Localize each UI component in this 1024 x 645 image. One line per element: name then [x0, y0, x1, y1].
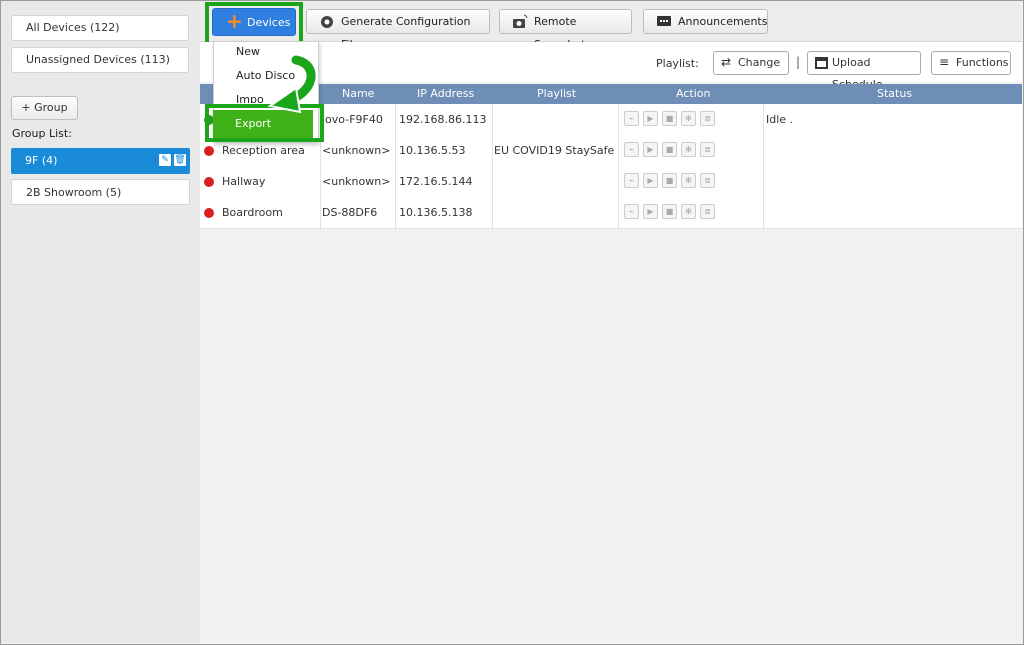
devices-label: Devices [247, 16, 291, 29]
settings-icon[interactable]: ✻ [681, 204, 696, 219]
ip-cell: 172.16.5.144 [399, 175, 473, 188]
settings-icon[interactable]: ✻ [681, 142, 696, 157]
table-row[interactable]: lovo-F9F40 192.168.86.113 ⌁ ▶ ■ ✻ ≣ Idle… [200, 104, 1022, 136]
edit-icon[interactable]: ✎ [159, 154, 171, 166]
message-icon [657, 16, 671, 26]
table-row[interactable]: Boardroom DS-88DF6 10.136.5.138 ⌁ ▶ ■ ✻ … [200, 197, 1022, 229]
name-cell: <unknown> [322, 144, 391, 157]
list-icon[interactable]: ≣ [700, 111, 715, 126]
action-icons: ⌁ ▶ ■ ✻ ≣ [624, 111, 715, 126]
all-devices-button[interactable]: All Devices (122) [11, 15, 189, 41]
group-item-2b-showroom[interactable]: 2B Showroom (5) [11, 179, 190, 205]
column-divider [492, 104, 493, 228]
location-cell: Reception area [222, 144, 305, 157]
separator: | [796, 55, 801, 69]
menu-item-new[interactable]: New [236, 45, 260, 58]
sidebar: All Devices (122) Unassigned Devices (11… [1, 1, 200, 643]
header-action: Action [676, 87, 711, 100]
playlist-cell: EU COVID19 StaySafe [494, 144, 615, 157]
play-icon[interactable]: ▶ [643, 142, 658, 157]
camera-icon [513, 14, 528, 28]
play-icon[interactable]: ▶ [643, 204, 658, 219]
add-group-button[interactable]: + Group [11, 96, 78, 120]
remote-snapshot-button[interactable]: Remote Snapshot [499, 9, 632, 51]
name-cell: <unknown> [322, 175, 391, 188]
settings-icon[interactable]: ✻ [681, 111, 696, 126]
header-name: Name [342, 87, 375, 100]
table-row[interactable]: Reception area <unknown> 10.136.5.53 EU … [200, 135, 1022, 167]
upload-schedule-button[interactable]: Upload Schedule [807, 51, 921, 91]
refresh-icon: ⇄ [721, 55, 732, 69]
trash-icon[interactable]: 🗑 [174, 154, 186, 166]
header-status: Status [877, 87, 913, 100]
link-icon[interactable]: ⌁ [624, 111, 639, 126]
list-icon[interactable]: ≣ [700, 173, 715, 188]
ip-cell: 10.136.5.53 [399, 144, 466, 157]
list-icon[interactable]: ≣ [700, 142, 715, 157]
status-dot-icon [204, 146, 214, 156]
stop-icon[interactable]: ■ [662, 173, 677, 188]
plus-icon: + [226, 9, 243, 33]
column-divider [763, 104, 764, 228]
table-header: Name IP Address Playlist Action Status [200, 84, 1022, 104]
name-cell: lovo-F9F40 [322, 113, 383, 126]
header-ip: IP Address [417, 87, 475, 100]
change-button[interactable]: ⇄ Change [713, 51, 789, 75]
group-item-label: 9F (4) [25, 154, 58, 167]
list-icon[interactable]: ≣ [700, 204, 715, 219]
change-label: Change [738, 56, 781, 69]
action-icons: ⌁ ▶ ■ ✻ ≣ [624, 173, 715, 188]
location-cell: Boardroom [222, 206, 283, 219]
table-row[interactable]: Hallway <unknown> 172.16.5.144 ⌁ ▶ ■ ✻ ≣ [200, 166, 1022, 198]
generate-config-button[interactable]: Generate Configuration File [306, 9, 490, 51]
column-divider [320, 104, 321, 228]
link-icon[interactable]: ⌁ [624, 204, 639, 219]
functions-button[interactable]: ≡ Functions [931, 51, 1011, 75]
header-playlist: Playlist [537, 87, 577, 100]
stop-icon[interactable]: ■ [662, 111, 677, 126]
devices-button[interactable]: + Devices [212, 8, 296, 36]
column-divider [618, 104, 619, 228]
menu-item-auto-discover[interactable]: Auto Disco [236, 69, 295, 82]
stop-icon[interactable]: ■ [662, 204, 677, 219]
name-cell: DS-88DF6 [322, 206, 378, 219]
status-cell: Idle . [766, 113, 794, 126]
playlist-label: Playlist: [656, 57, 699, 70]
menu-item-export[interactable]: Export [213, 110, 313, 138]
location-cell: Hallway [222, 175, 266, 188]
link-icon[interactable]: ⌁ [624, 142, 639, 157]
ip-cell: 10.136.5.138 [399, 206, 473, 219]
functions-label: Functions [956, 56, 1009, 69]
announcements-label: Announcements [678, 15, 768, 28]
gear-icon [321, 16, 333, 28]
group-item-label: 2B Showroom (5) [26, 186, 122, 199]
calendar-icon [815, 57, 828, 69]
play-icon[interactable]: ▶ [643, 173, 658, 188]
announcements-button[interactable]: Announcements [643, 9, 768, 34]
action-icons: ⌁ ▶ ■ ✻ ≣ [624, 142, 715, 157]
status-dot-icon [204, 177, 214, 187]
group-list-label: Group List: [12, 127, 72, 140]
status-dot-icon [204, 208, 214, 218]
menu-item-import[interactable]: Impo [236, 93, 264, 103]
column-divider [395, 104, 396, 228]
action-icons: ⌁ ▶ ■ ✻ ≣ [624, 204, 715, 219]
stop-icon[interactable]: ■ [662, 142, 677, 157]
settings-icon[interactable]: ✻ [681, 173, 696, 188]
unassigned-devices-button[interactable]: Unassigned Devices (113) [11, 47, 189, 73]
group-item-9f[interactable]: 9F (4) ✎ 🗑 [11, 148, 190, 174]
subbar: Playlist: ⇄ Change | Upload Schedule ≡ F… [200, 42, 1022, 91]
menu-icon: ≡ [939, 55, 950, 69]
ip-cell: 192.168.86.113 [399, 113, 487, 126]
play-icon[interactable]: ▶ [643, 111, 658, 126]
link-icon[interactable]: ⌁ [624, 173, 639, 188]
